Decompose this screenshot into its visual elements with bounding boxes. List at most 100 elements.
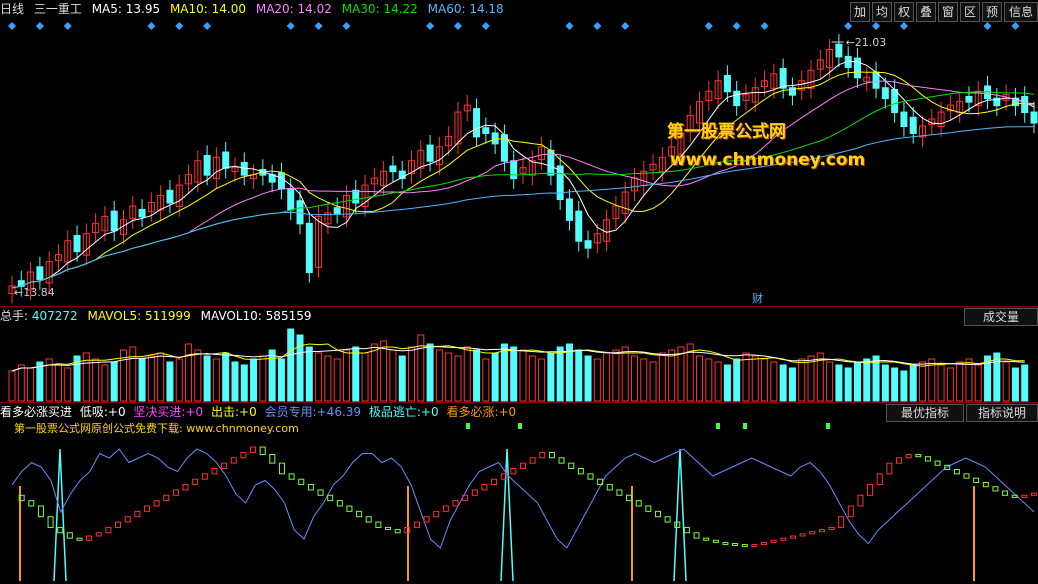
trend-step-block	[481, 484, 488, 491]
volume-bar	[556, 346, 564, 402]
trend-step-block	[626, 494, 633, 502]
signal-diamond-marker	[203, 22, 212, 30]
trend-step-block	[761, 541, 768, 546]
trend-step-block	[857, 494, 864, 507]
trend-step-block	[336, 500, 343, 507]
top-signal-marker	[826, 423, 830, 429]
trend-step-block	[973, 477, 980, 483]
trend-step-block	[413, 521, 420, 528]
volume-bar	[157, 352, 165, 402]
volume-bar	[575, 349, 583, 402]
volume-bar	[352, 346, 360, 402]
volume-bar	[1021, 364, 1029, 402]
trend-step-block	[915, 454, 922, 458]
candle-body	[575, 210, 583, 242]
trend-step-block	[250, 446, 257, 453]
trend-step-block	[587, 473, 594, 480]
trend-step-block	[269, 454, 276, 464]
volume-bar	[408, 346, 416, 402]
trend-step-block	[963, 473, 970, 479]
volume-bar	[147, 355, 155, 402]
indicator-pane[interactable]: 看多必涨买进 低吸:+0 坚决买进:+0 出击:+0 会员专用:+46.39 极…	[0, 403, 1038, 584]
signal-diamond-marker	[760, 22, 769, 30]
candle-body	[222, 151, 230, 169]
volume-bar	[705, 358, 713, 402]
trend-step-block	[452, 500, 459, 507]
volume-pane[interactable]: 总手: 407272 MAVOL5: 511999 MAVOL10: 58515…	[0, 307, 1038, 402]
volume-bar	[231, 361, 239, 402]
volume-bar	[519, 349, 527, 402]
volume-bar	[8, 370, 16, 402]
candle-body	[333, 207, 341, 214]
candle-body	[73, 234, 81, 253]
trend-step-block	[172, 489, 179, 496]
trend-step-block	[124, 516, 131, 523]
trend-step-block	[385, 526, 392, 531]
volume-bar	[389, 349, 397, 402]
volume-bar	[203, 355, 211, 402]
trend-step-block	[886, 462, 893, 475]
trend-step-block	[491, 478, 498, 486]
trend-step-block	[346, 505, 353, 512]
trend-step-block	[221, 462, 228, 469]
price-chart[interactable]: ←21.03 ←13.84 财	[0, 0, 1038, 306]
signal-diamond-marker	[342, 22, 351, 30]
volume-bar	[891, 367, 899, 402]
volume-bar	[417, 334, 425, 402]
trend-step-block	[201, 473, 208, 480]
trend-step-block	[539, 451, 546, 459]
trend-step-block	[799, 533, 806, 537]
trend-step-block	[288, 473, 295, 480]
top-signal-marker	[743, 423, 747, 429]
volume-bar	[166, 361, 174, 402]
volume-bar	[54, 364, 62, 402]
trend-step-block	[365, 516, 372, 523]
volume-bar	[649, 361, 657, 402]
trend-step-block	[683, 526, 690, 534]
volume-bar	[603, 352, 611, 402]
trend-step-block	[95, 532, 102, 537]
volume-bar	[17, 364, 25, 402]
top-signal-marker	[518, 423, 522, 429]
volume-bar	[528, 355, 536, 402]
volume-bar	[185, 343, 193, 402]
candle-body	[565, 198, 573, 221]
candle-body	[510, 160, 518, 180]
trend-step-block	[317, 489, 324, 496]
trend-step-block	[876, 473, 883, 486]
volume-bar	[305, 346, 313, 402]
trend-step-block	[375, 521, 382, 528]
member-line	[11, 448, 1035, 549]
volume-bar	[621, 346, 629, 402]
trend-step-block	[905, 454, 912, 459]
signal-diamond-marker	[983, 22, 992, 30]
trend-step-block	[192, 478, 199, 486]
trend-step-block	[712, 539, 719, 543]
volume-bar	[770, 361, 778, 402]
volume-bar	[844, 367, 852, 402]
candle-body	[203, 155, 211, 176]
volume-bar	[473, 349, 481, 402]
volume-bar	[993, 352, 1001, 402]
volume-bar	[788, 367, 796, 402]
trend-step-block	[548, 451, 555, 459]
candle-body	[909, 116, 917, 134]
trend-step-block	[654, 510, 661, 518]
volume-bar	[110, 361, 118, 402]
trend-step-block	[896, 457, 903, 464]
trend-step-block	[828, 526, 835, 531]
watermark-url: www.chnmoney.com	[670, 150, 866, 170]
trend-step-block	[86, 535, 93, 541]
volume-bar	[101, 364, 109, 402]
trend-step-block	[298, 478, 305, 486]
volume-chart[interactable]	[0, 307, 1038, 402]
candle-body	[881, 87, 889, 100]
volume-bar	[965, 358, 973, 402]
volume-bar	[268, 349, 276, 402]
candle-body	[473, 108, 481, 138]
volume-bar	[853, 361, 861, 402]
signal-diamond-marker	[63, 22, 72, 30]
price-pane[interactable]: 日线 三一重工 MA5: 13.95 MA10: 14.00 MA20: 14.…	[0, 0, 1038, 306]
candle-body	[1030, 111, 1038, 124]
trend-step-block	[847, 505, 854, 518]
